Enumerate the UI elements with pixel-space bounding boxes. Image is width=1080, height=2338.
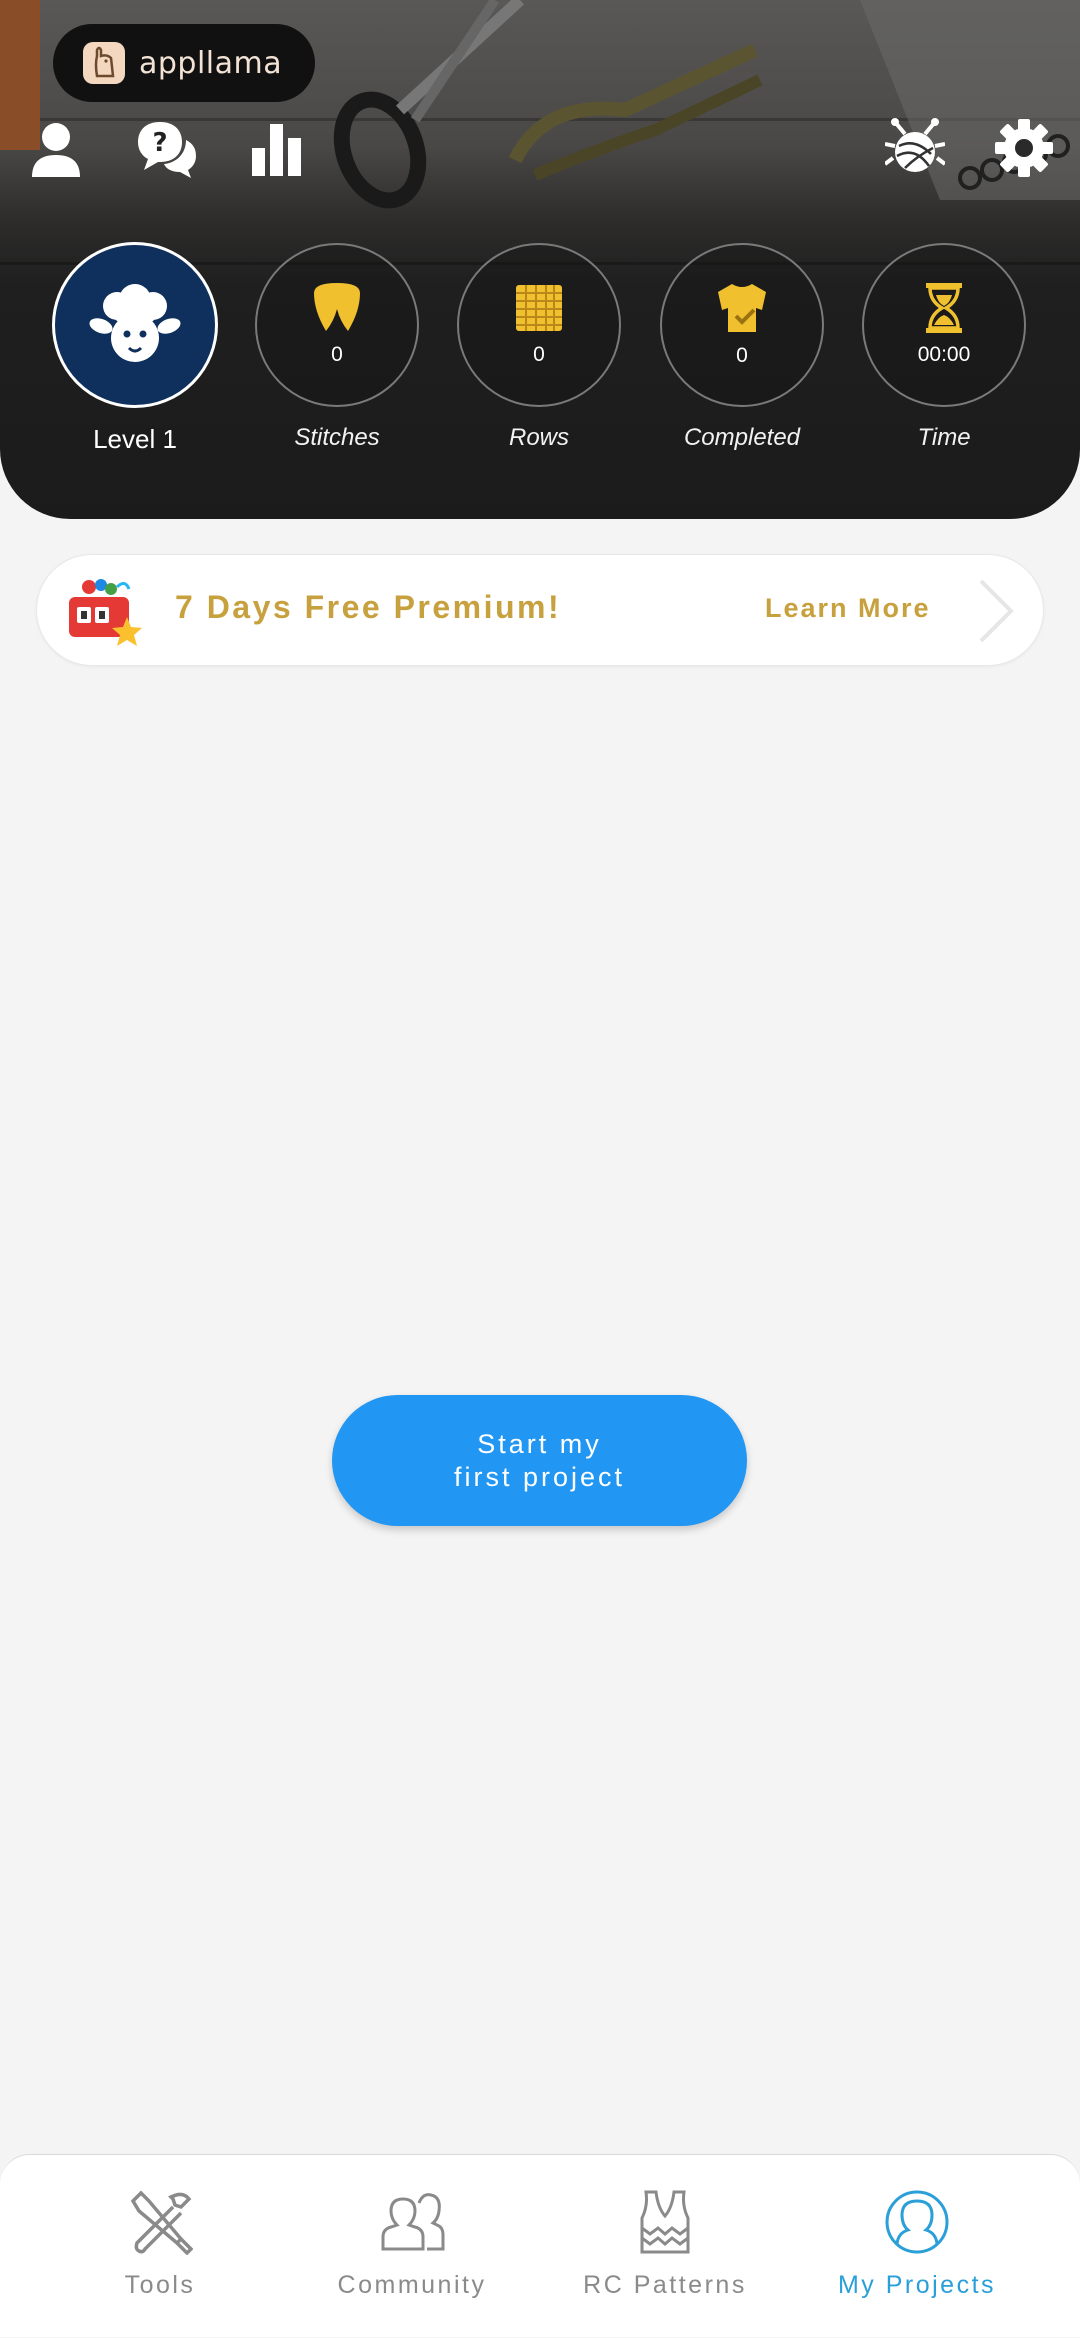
- brand-name: appllama: [139, 45, 283, 81]
- nav-label-tools: Tools: [124, 2271, 196, 2299]
- gift-counter-icon: [67, 577, 143, 652]
- stat-completed[interactable]: 0: [660, 243, 824, 407]
- stitch-icon: [314, 283, 360, 331]
- start-first-project-button[interactable]: Start my first project: [332, 1395, 747, 1526]
- bottom-navigation: Tools Community RC Patterns My Projects: [0, 2154, 1080, 2337]
- rows-icon: [516, 285, 562, 331]
- gear-icon[interactable]: [994, 118, 1054, 178]
- time-label: Time: [917, 424, 971, 451]
- thread-snips-background-icon: [508, 43, 763, 180]
- completed-value: 0: [736, 344, 748, 367]
- rows-value: 0: [533, 343, 545, 366]
- stitches-label: Stitches: [294, 424, 380, 451]
- stat-time[interactable]: 00:00: [862, 243, 1026, 407]
- hourglass-icon: [926, 283, 962, 333]
- nav-item-community[interactable]: Community: [312, 2155, 512, 2338]
- appllama-logo[interactable]: appllama: [53, 24, 315, 102]
- stat-stitches[interactable]: 0: [255, 243, 419, 407]
- learn-more-link[interactable]: Learn More: [765, 593, 931, 624]
- stats-icon[interactable]: [250, 122, 304, 176]
- header-banner: appllama ? Level 1 0 Stitches 0 Rows 0 C…: [0, 0, 1080, 519]
- level-label: Level 1: [93, 424, 177, 454]
- community-icon: [379, 2189, 445, 2255]
- rows-label: Rows: [508, 424, 569, 451]
- nav-label-rc-patterns: RC Patterns: [583, 2271, 747, 2299]
- nav-item-tools[interactable]: Tools: [60, 2155, 260, 2338]
- profile-icon[interactable]: [30, 120, 82, 180]
- sheep-icon: [89, 284, 181, 362]
- llama-logo-icon: [83, 42, 125, 84]
- tools-icon: [127, 2189, 193, 2255]
- sweater-check-icon: [718, 284, 766, 332]
- level-badge[interactable]: [52, 242, 218, 408]
- stitches-value: 0: [331, 343, 343, 366]
- nav-label-community: Community: [337, 2271, 487, 2299]
- nav-label-my-projects: My Projects: [837, 2271, 997, 2299]
- cta-line-2: first project: [453, 1461, 626, 1492]
- promo-title: 7 Days Free Premium!: [175, 589, 562, 625]
- nav-item-my-projects[interactable]: My Projects: [817, 2155, 1017, 2338]
- cta-line-1: Start my: [477, 1428, 602, 1459]
- yarn-bug-icon[interactable]: [885, 118, 945, 180]
- premium-promo-banner[interactable]: 7 Days Free Premium! Learn More: [36, 554, 1044, 666]
- svg-text:?: ?: [152, 128, 167, 158]
- completed-label: Completed: [683, 424, 801, 451]
- time-value: 00:00: [917, 343, 971, 366]
- stat-rows[interactable]: 0: [457, 243, 621, 407]
- nav-item-rc-patterns[interactable]: RC Patterns: [565, 2155, 765, 2338]
- help-chat-icon[interactable]: ?: [136, 118, 198, 180]
- my-projects-icon: [884, 2189, 950, 2255]
- chevron-right-icon: [975, 579, 1015, 648]
- pattern-vest-icon: [640, 2189, 690, 2255]
